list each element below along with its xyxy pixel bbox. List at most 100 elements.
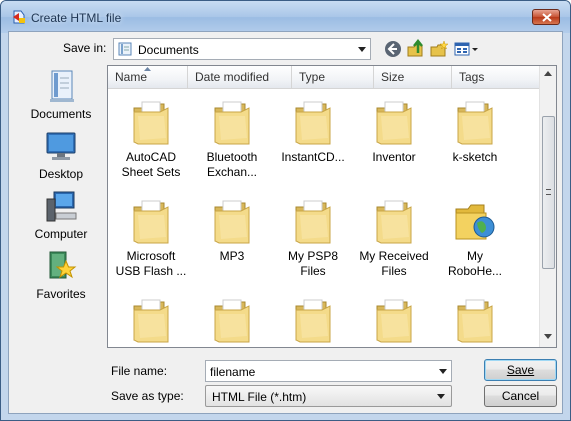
computer-icon [46,191,77,222]
file-item-name-line1: k-sketch [452,150,498,164]
views-menu-icon[interactable] [454,39,480,59]
column-label: Name [115,70,148,84]
file-name-value[interactable]: filename [210,365,255,379]
chevron-down-icon[interactable] [439,369,447,374]
save-in-dropdown[interactable]: Documents [113,38,371,60]
chevron-down-icon [437,394,445,399]
folder-icon [376,200,412,244]
file-item[interactable]: Notes [112,296,190,347]
globe-folder-icon [455,204,495,240]
dialog-client-area: Save in: Documents Documents Desktop Com… [8,31,563,414]
scroll-down-arrow-icon[interactable] [544,334,552,339]
file-item-name-line2: Exchan... [206,165,258,179]
folder-icon [133,101,169,145]
folder-icon [295,200,331,244]
file-item-name-line2: RoboHe... [447,264,503,278]
file-item-name-line2: USB Flash ... [115,264,187,278]
file-item[interactable]: Microsoft USB Flash ... [112,197,190,293]
place-computer[interactable]: Computer [15,189,107,247]
column-header-type[interactable]: Type [292,66,374,89]
back-icon[interactable] [383,39,403,59]
cancel-button[interactable]: Cancel [484,385,557,407]
file-item[interactable]: Bluetooth Exchan... [193,98,271,194]
file-item-name-line1: AutoCAD [125,150,177,164]
file-item[interactable]: OneNote [193,296,271,347]
place-label: Computer [34,227,88,241]
vertical-scrollbar[interactable] [539,66,556,347]
file-item[interactable]: Palm OS [274,296,352,347]
file-item-name: My PSP8 Files [274,249,352,279]
file-name-label: File name: [111,364,168,378]
save-dialog-window: Create HTML file Save in: Documents Docu… [0,0,571,421]
close-icon [542,13,552,22]
folder-icon [295,299,331,343]
file-grid: AutoCAD Sheet Sets Bluetooth Exchan... Insta… [108,90,540,347]
file-item-name-line1: My [467,249,483,263]
file-item[interactable]: My PSP8 Files [274,197,352,293]
save-in-label: Save in: [63,41,107,55]
folder-icon [376,101,412,145]
places-bar: Documents Desktop Computer Favorites [15,65,107,345]
new-folder-icon[interactable] [429,39,449,59]
place-label: Favorites [36,287,86,301]
place-label: Desktop [38,167,84,181]
file-name-field[interactable]: filename [205,360,452,382]
column-header-date-modified[interactable]: Date modified [188,66,292,89]
file-item[interactable]: MP3 [193,197,271,293]
save-button-label: Save [506,363,535,377]
file-item-name: AutoCAD Sheet Sets [112,150,190,180]
favorites-icon [49,251,77,279]
folder-icon [295,101,331,145]
column-header-row: Name Date modified Type Size Tags [108,66,541,89]
file-item[interactable]: AutoCAD Sheet Sets [112,98,190,194]
file-item[interactable]: Inventor [355,98,433,194]
close-button[interactable] [532,9,560,25]
file-item[interactable]: Pinnacle [436,296,514,347]
save-button[interactable]: Save [484,359,557,381]
save-as-type-value: HTML File (*.htm) [212,390,307,404]
scroll-up-arrow-icon[interactable] [544,71,552,76]
folder-icon [133,200,169,244]
file-item-name: My RoboHe... [436,249,514,279]
column-header-size[interactable]: Size [374,66,452,89]
place-favorites[interactable]: Favorites [15,249,107,307]
column-label: Type [299,70,326,84]
app-icon [13,10,25,24]
file-item-name: MP3 [193,249,271,264]
file-item-name-line1: My PSP8 [287,249,338,263]
file-list-view[interactable]: Name Date modified Type Size Tags AutoCA… [107,65,557,348]
column-label: Size [381,70,405,84]
documents-folder-icon [118,42,132,56]
column-header-tags[interactable]: Tags [452,66,541,89]
place-desktop[interactable]: Desktop [15,129,107,187]
save-in-value: Documents [138,43,199,57]
file-item-name: InstantCD... [274,150,352,165]
file-item-name: Bluetooth Exchan... [193,150,271,180]
column-label: Date modified [195,70,270,84]
folder-icon [214,101,250,145]
chevron-down-icon [358,47,366,52]
column-label: Tags [459,70,485,84]
save-as-type-dropdown[interactable]: HTML File (*.htm) [205,385,452,407]
cancel-button-label: Cancel [501,389,540,403]
file-item-name-line2: Files [381,264,407,278]
file-item[interactable]: k-sketch [436,98,514,194]
file-item[interactable]: Pinnacle [355,296,433,347]
file-item[interactable]: My RoboHe... [436,197,514,293]
file-item-name: Inventor [355,150,433,165]
place-label: Documents [30,107,92,121]
folder-icon [133,299,169,343]
column-header-name[interactable]: Name [108,66,188,89]
scrollbar-thumb[interactable] [542,116,555,269]
file-item-name: k-sketch [436,150,514,165]
save-as-type-label: Save as type: [111,389,184,403]
title-bar[interactable]: Create HTML file [1,1,570,33]
place-documents[interactable]: Documents [15,69,107,127]
file-item[interactable]: InstantCD... [274,98,352,194]
file-item[interactable]: My Received Files [355,197,433,293]
file-item-name-line1: Bluetooth [206,150,258,164]
file-item-name: My Received Files [355,249,433,279]
file-item-name-line1: Microsoft [126,249,176,263]
folder-icon [376,299,412,343]
up-folder-icon[interactable] [406,39,426,59]
